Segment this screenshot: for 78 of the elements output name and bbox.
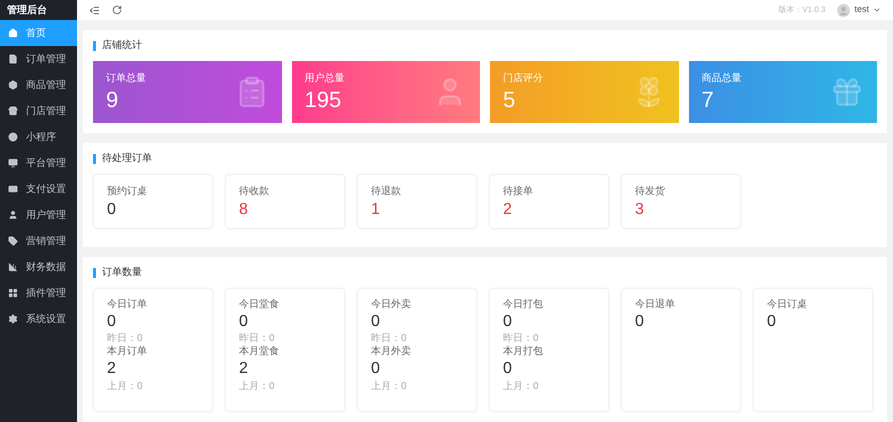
- month-label: 本月外卖: [371, 345, 412, 358]
- section-title: 待处理订单: [102, 152, 152, 166]
- pending-label: 待接单: [503, 184, 534, 199]
- monitor-icon: [8, 158, 18, 168]
- pending-label: 待退款: [371, 184, 402, 199]
- month-count: 2: [239, 359, 249, 379]
- menu-icon[interactable]: [89, 4, 100, 16]
- pending-label: 待收款: [239, 184, 270, 199]
- user-icon: [8, 210, 18, 220]
- tag-icon: [8, 236, 18, 246]
- stat-value: 195: [304, 86, 342, 114]
- package-icon: [8, 80, 18, 90]
- last-month-count: 上月：0: [371, 380, 408, 393]
- yesterday-count: 昨日：0: [107, 332, 144, 345]
- today-label: 今日订单: [107, 298, 148, 312]
- settings-icon: [8, 314, 18, 324]
- sidebar-item[interactable]: 平台管理: [0, 150, 77, 176]
- section-title: 订单数量: [102, 266, 142, 280]
- stat-label: 商品总量: [702, 72, 742, 86]
- pending-count: 8: [239, 200, 249, 220]
- grid-icon: [8, 288, 18, 298]
- document-icon: [8, 54, 18, 64]
- month-count: 0: [503, 359, 513, 379]
- gift-icon: [830, 75, 864, 109]
- today-label: 今日外卖: [371, 298, 412, 312]
- yesterday-count: 昨日：0: [503, 332, 540, 345]
- stat-label: 订单总量: [106, 72, 146, 86]
- app-title: 管理后台: [7, 4, 47, 18]
- stat-label: 门店评分: [503, 72, 543, 86]
- card-icon: [8, 184, 18, 194]
- month-count: 2: [107, 359, 117, 379]
- pending-label: 待发货: [635, 184, 666, 199]
- today-label: 今日堂食: [239, 298, 280, 312]
- section-title: 店铺统计: [102, 38, 142, 53]
- today-count: 0: [503, 312, 513, 332]
- store-icon: [8, 106, 18, 116]
- sidebar-item[interactable]: 商品管理: [0, 72, 77, 98]
- today-label: 今日订桌: [767, 298, 808, 312]
- stat-value: 7: [702, 86, 715, 114]
- version-label: 版本：V1.0.3: [778, 4, 826, 16]
- last-month-count: 上月：0: [239, 380, 276, 393]
- last-month-count: 上月：0: [107, 380, 144, 393]
- user-name[interactable]: test: [854, 3, 869, 17]
- pending-count: 2: [503, 200, 513, 220]
- stat-label: 用户总量: [304, 72, 344, 86]
- today-count: 0: [767, 312, 777, 332]
- month-count: 0: [371, 359, 381, 379]
- sidebar-item[interactable]: 门店管理: [0, 98, 77, 124]
- sidebar-item[interactable]: 用户管理: [0, 202, 77, 228]
- sidebar-item[interactable]: 支付设置: [0, 176, 77, 202]
- today-count: 0: [107, 312, 117, 332]
- bar-chart-icon: [8, 262, 18, 272]
- today-label: 今日退单: [635, 298, 676, 312]
- caret-icon[interactable]: [873, 6, 881, 14]
- pending-count: 1: [371, 200, 381, 220]
- today-count: 0: [239, 312, 249, 332]
- yesterday-count: 昨日：0: [239, 332, 276, 345]
- today-count: 0: [635, 312, 645, 332]
- pending-count: 3: [635, 200, 645, 220]
- pending-label: 预约订桌: [107, 184, 148, 199]
- sidebar-item[interactable]: 财务数据: [0, 254, 77, 280]
- stat-value: 9: [106, 86, 120, 114]
- last-month-count: 上月：0: [503, 380, 540, 393]
- yesterday-count: 昨日：0: [371, 332, 408, 345]
- sidebar-item[interactable]: 插件管理: [0, 280, 77, 306]
- today-label: 今日打包: [503, 298, 544, 312]
- stat-value: 5: [503, 86, 516, 114]
- sidebar-item[interactable]: 订单管理: [0, 46, 77, 72]
- month-label: 本月堂食: [239, 345, 280, 358]
- sidebar-item[interactable]: 小程序: [0, 124, 77, 150]
- sidebar-item[interactable]: 系统设置: [0, 306, 77, 332]
- home-icon: [8, 28, 18, 38]
- today-count: 0: [371, 312, 381, 332]
- month-label: 本月订单: [107, 345, 148, 358]
- refresh-icon[interactable]: [112, 5, 122, 15]
- sidebar-item[interactable]: 营销管理: [0, 228, 77, 254]
- pending-count: 0: [107, 200, 117, 220]
- month-label: 本月打包: [503, 345, 544, 358]
